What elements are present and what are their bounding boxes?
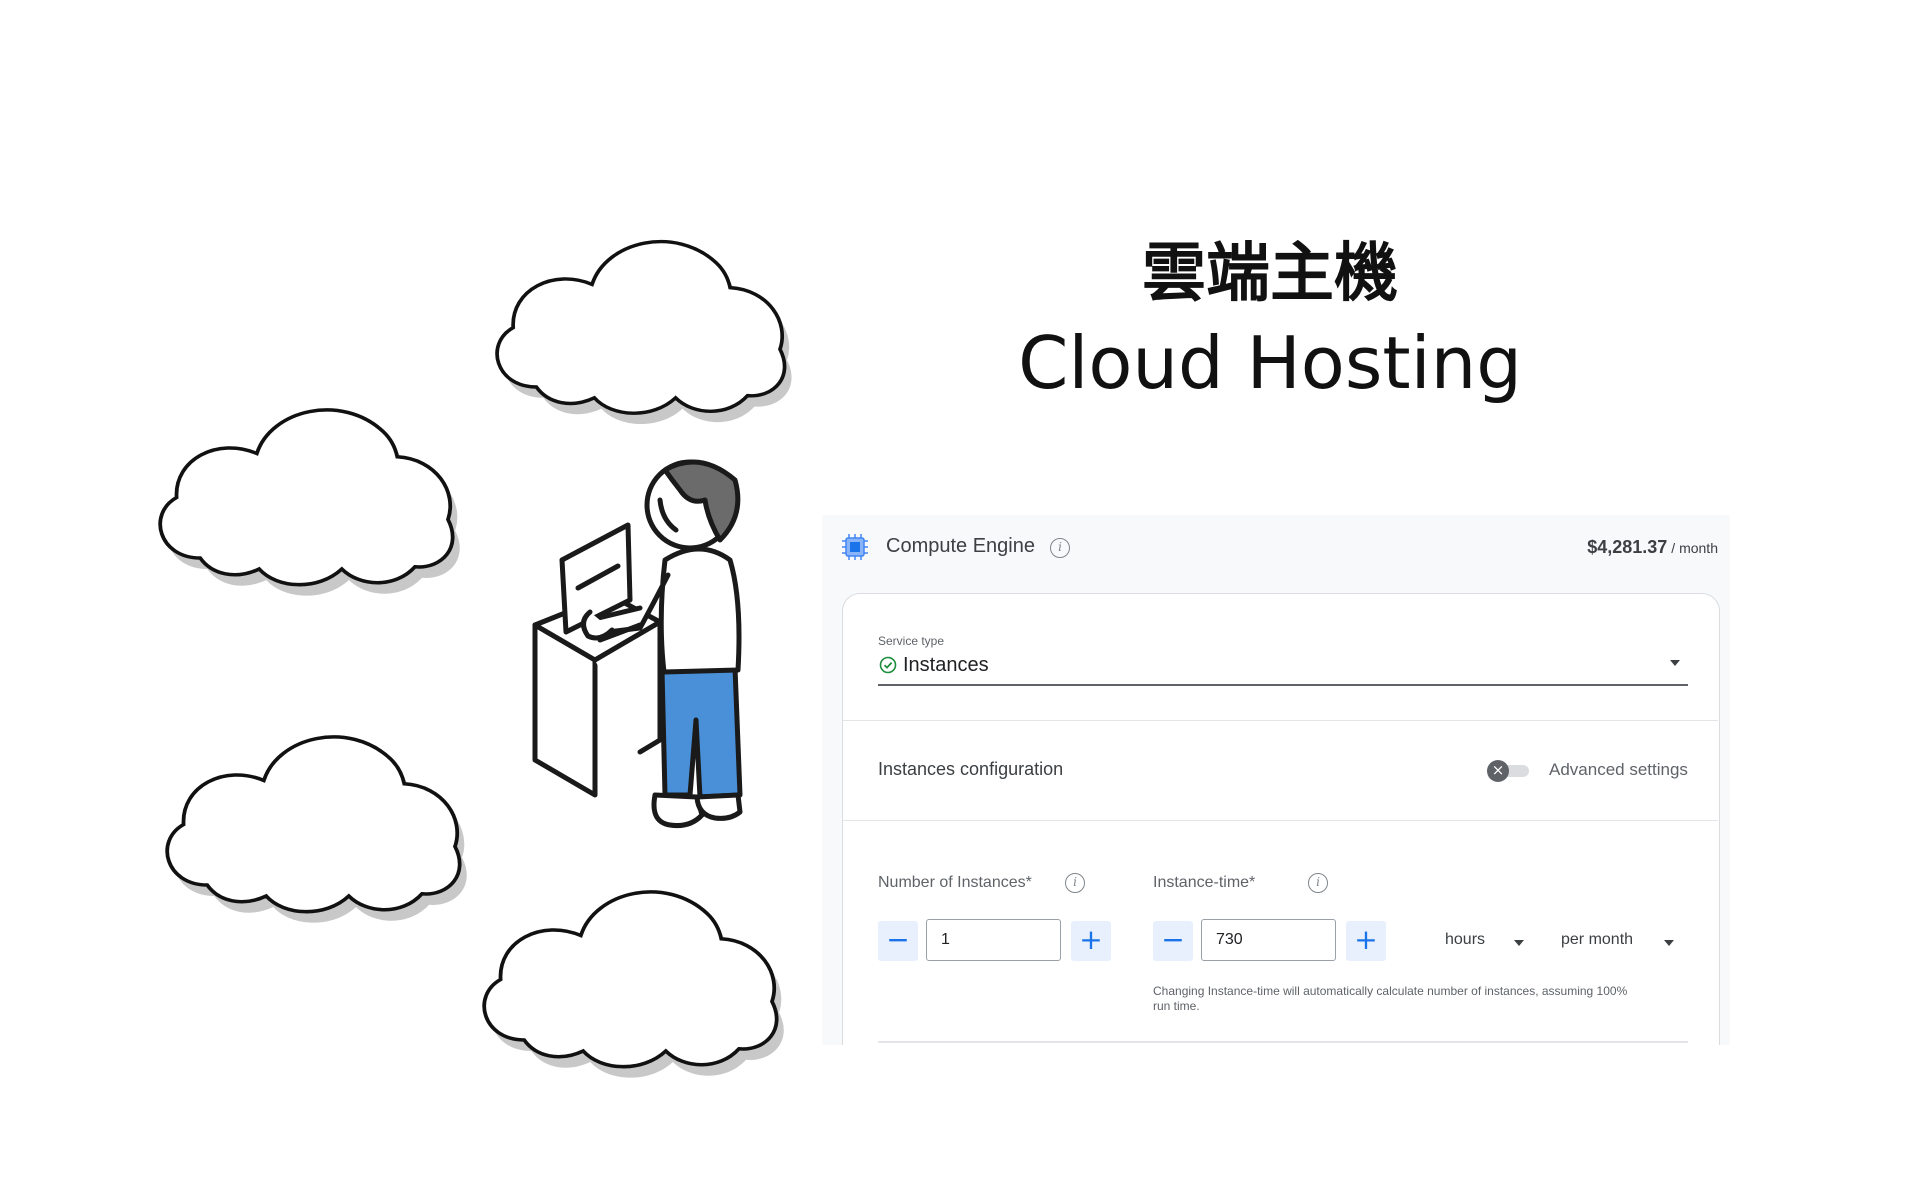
slide: 雲端主機 Cloud Hosting Compute Engine i $4,2… bbox=[0, 0, 1920, 1200]
title-block: 雲端主機 Cloud Hosting bbox=[1000, 232, 1540, 410]
cloud-icon bbox=[165, 735, 467, 923]
price-estimate: $4,281.37/ month bbox=[1587, 537, 1718, 558]
check-circle-icon bbox=[879, 656, 897, 674]
info-icon[interactable]: i bbox=[1308, 873, 1328, 893]
compute-engine-panel: Compute Engine i $4,281.37/ month Servic… bbox=[822, 515, 1730, 1045]
chevron-down-icon[interactable] bbox=[1664, 940, 1674, 946]
divider bbox=[878, 1041, 1688, 1043]
configuration-card: Service type Instances Instances configu… bbox=[842, 593, 1720, 1045]
service-type-label: Service type bbox=[878, 634, 945, 648]
instance-time-input[interactable] bbox=[1201, 919, 1336, 961]
person-at-laptop-icon bbox=[532, 459, 743, 828]
chevron-down-icon[interactable] bbox=[1670, 660, 1680, 666]
cloud-icon bbox=[482, 890, 784, 1078]
instances-input[interactable] bbox=[926, 919, 1061, 961]
instances-config-label: Instances configuration bbox=[878, 759, 1064, 779]
title-english: Cloud Hosting bbox=[1018, 321, 1522, 405]
instance-time-increment-button[interactable]: + bbox=[1346, 921, 1386, 961]
title-chinese: 雲端主機 bbox=[1142, 237, 1398, 311]
info-icon[interactable]: i bbox=[1065, 873, 1085, 893]
cloud-icon bbox=[158, 408, 460, 596]
instances-increment-button[interactable]: + bbox=[1071, 921, 1111, 961]
cloud-icon bbox=[495, 239, 792, 425]
advanced-settings-label: Advanced settings bbox=[1549, 760, 1688, 779]
advanced-settings-toggle[interactable]: × bbox=[1487, 760, 1529, 782]
instance-time-helper-text: Changing Instance-time will automaticall… bbox=[1153, 984, 1628, 1013]
time-unit-select[interactable]: hours bbox=[1445, 931, 1485, 949]
time-period-select[interactable]: per month bbox=[1561, 931, 1633, 949]
panel-title: Compute Engine bbox=[886, 535, 1035, 557]
price-unit: / month bbox=[1671, 540, 1718, 556]
number-of-instances-label: Number of Instances* bbox=[878, 874, 1032, 891]
illustration bbox=[158, 239, 792, 1078]
info-icon[interactable]: i bbox=[1050, 538, 1070, 558]
instances-config-section: Instances configuration × Advanced setti… bbox=[843, 721, 1718, 821]
instance-time-decrement-button[interactable]: − bbox=[1153, 921, 1193, 961]
chip-icon bbox=[842, 534, 868, 560]
close-icon: × bbox=[1487, 760, 1509, 782]
panel-header: Compute Engine i $4,281.37/ month bbox=[822, 515, 1730, 583]
instances-decrement-button[interactable]: − bbox=[878, 921, 918, 961]
instance-time-label: Instance-time* bbox=[1153, 874, 1256, 891]
chevron-down-icon[interactable] bbox=[1514, 940, 1524, 946]
select-underline bbox=[878, 684, 1688, 686]
service-type-section: Service type Instances bbox=[843, 594, 1718, 721]
price-amount: $4,281.37 bbox=[1587, 537, 1668, 557]
service-type-select[interactable]: Instances bbox=[903, 654, 989, 677]
